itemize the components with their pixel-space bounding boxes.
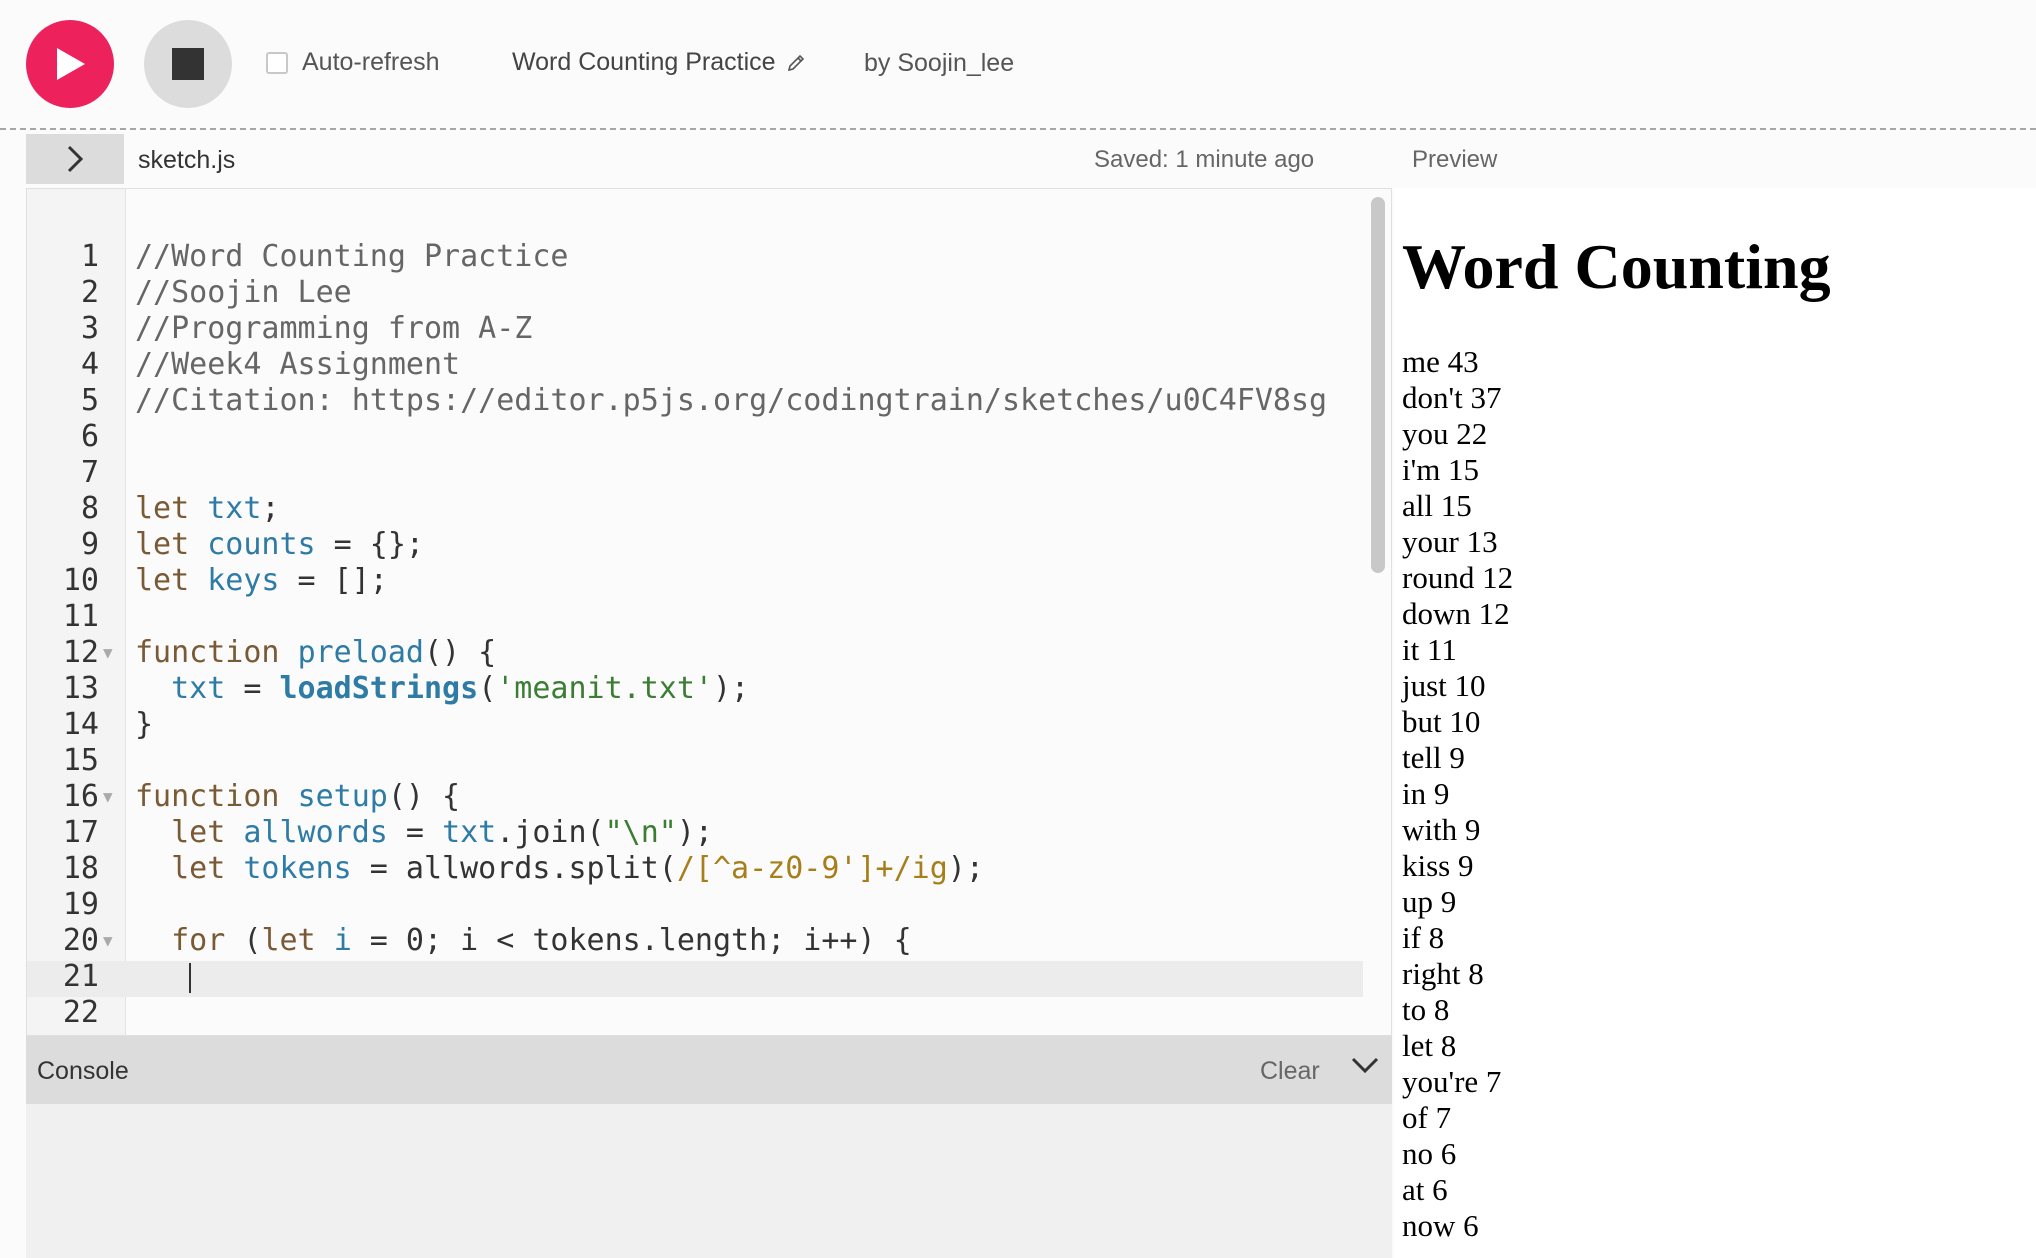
word-count-item: your 13 bbox=[1402, 524, 1498, 559]
line-number: 18 bbox=[62, 851, 99, 886]
word-count-item: now 6 bbox=[1402, 1208, 1479, 1243]
line-number: 16 bbox=[62, 779, 99, 814]
editor-scrollbar[interactable] bbox=[1371, 197, 1385, 573]
word-count-item: just 10 bbox=[1402, 668, 1486, 703]
console-output[interactable] bbox=[26, 1104, 1392, 1258]
autorefresh-label: Auto-refresh bbox=[302, 48, 440, 76]
code-text: txt = loadStrings('meanit.txt'); bbox=[171, 671, 750, 706]
word-count-item: if 8 bbox=[1402, 920, 1445, 955]
word-count-item: up 9 bbox=[1402, 884, 1457, 919]
line-number: 11 bbox=[62, 599, 99, 634]
console-header: Console Clear bbox=[26, 1036, 1392, 1104]
word-count-item: to 8 bbox=[1402, 992, 1450, 1027]
pencil-icon[interactable] bbox=[786, 53, 806, 73]
line-number: 21 bbox=[62, 959, 99, 994]
play-icon bbox=[57, 48, 85, 80]
word-count-item: don't 37 bbox=[1402, 380, 1502, 415]
console-collapse-button[interactable] bbox=[1350, 1054, 1380, 1081]
line-number: 1 bbox=[80, 239, 99, 274]
line-number: 2 bbox=[80, 275, 99, 310]
line-number: 6 bbox=[80, 419, 99, 454]
line-number: 8 bbox=[80, 491, 99, 526]
autorefresh-toggle[interactable]: Auto-refresh bbox=[266, 48, 440, 77]
code-text: let tokens = allwords.split(/[^a-z0-9']+… bbox=[171, 851, 984, 886]
console-clear-button[interactable]: Clear bbox=[1260, 1057, 1320, 1086]
chevron-down-icon bbox=[1351, 1057, 1379, 1074]
line-number: 5 bbox=[80, 383, 99, 418]
sidebar-toggle-button[interactable] bbox=[26, 134, 124, 184]
word-count-item: but 10 bbox=[1402, 704, 1481, 739]
line-number: 3 bbox=[80, 311, 99, 346]
word-count-item: me 43 bbox=[1402, 344, 1479, 379]
code-text: } bbox=[135, 707, 154, 742]
code-text: //Week4 Assignment bbox=[135, 347, 461, 382]
fold-arrow-icon[interactable]: ▼ bbox=[103, 923, 113, 959]
word-count-item: i'm 15 bbox=[1402, 452, 1480, 487]
code-text: //Citation: https://editor.p5js.org/codi… bbox=[135, 383, 1328, 418]
line-number: 9 bbox=[80, 527, 99, 562]
active-line-highlight bbox=[27, 961, 1363, 997]
code-text: function preload() { bbox=[135, 635, 497, 670]
word-count-list: me 43 don't 37 you 22 i'm 15 all 15 your… bbox=[1402, 344, 1513, 1244]
project-title[interactable]: Word Counting Practice bbox=[512, 48, 806, 77]
line-number: 15 bbox=[62, 743, 99, 778]
file-tab-name[interactable]: sketch.js bbox=[138, 146, 235, 175]
stop-button[interactable] bbox=[144, 20, 232, 108]
project-title-text: Word Counting Practice bbox=[512, 48, 776, 76]
line-number: 19 bbox=[62, 887, 99, 922]
code-text: //Word Counting Practice bbox=[135, 239, 569, 274]
word-count-item: round 12 bbox=[1402, 560, 1514, 595]
code-text: let allwords = txt.join("\n"); bbox=[171, 815, 713, 850]
code-text: let keys = []; bbox=[135, 563, 388, 598]
line-number: 4 bbox=[80, 347, 99, 382]
code-text: let counts = {}; bbox=[135, 527, 424, 562]
code-text: //Programming from A-Z bbox=[135, 311, 533, 346]
toolbar: Auto-refresh Word Counting Practice by S… bbox=[0, 0, 2036, 130]
code-text: //Soojin Lee bbox=[135, 275, 352, 310]
line-number: 7 bbox=[80, 455, 99, 490]
word-count-item: with 9 bbox=[1402, 812, 1481, 847]
line-number: 12 bbox=[62, 635, 99, 670]
word-count-item: right 8 bbox=[1402, 956, 1484, 991]
code-text: function setup() { bbox=[135, 779, 461, 814]
line-number: 14 bbox=[62, 707, 99, 742]
saved-status: Saved: 1 minute ago bbox=[1094, 146, 1315, 173]
preview-heading: Word Counting bbox=[1402, 231, 1831, 302]
code-editor[interactable]: 1//Word Counting Practice 2//Soojin Lee … bbox=[26, 188, 1392, 1036]
fold-arrow-icon[interactable]: ▼ bbox=[103, 779, 113, 815]
stop-icon bbox=[172, 48, 204, 80]
line-number: 10 bbox=[62, 563, 99, 598]
play-button[interactable] bbox=[26, 20, 114, 108]
word-count-item: you're 7 bbox=[1402, 1064, 1502, 1099]
word-count-item: of 7 bbox=[1402, 1100, 1452, 1135]
word-count-item: all 15 bbox=[1402, 488, 1472, 523]
code-text: for (let i = 0; i < tokens.length; i++) … bbox=[171, 923, 912, 958]
word-count-item: let 8 bbox=[1402, 1028, 1457, 1063]
word-count-item: tell 9 bbox=[1402, 740, 1465, 775]
chevron-right-icon bbox=[67, 145, 84, 173]
word-count-item: kiss 9 bbox=[1402, 848, 1474, 883]
word-count-item: you 22 bbox=[1402, 416, 1488, 451]
author-link[interactable]: by Soojin_lee bbox=[864, 49, 1014, 78]
text-cursor bbox=[189, 963, 191, 993]
line-number: 13 bbox=[62, 671, 99, 706]
preview-pane[interactable]: Word Counting me 43 don't 37 you 22 i'm … bbox=[1394, 188, 2036, 1258]
line-number: 17 bbox=[62, 815, 99, 850]
console-label: Console bbox=[37, 1057, 129, 1085]
preview-label: Preview bbox=[1412, 146, 1498, 173]
word-count-item: at 6 bbox=[1402, 1172, 1448, 1207]
fold-arrow-icon[interactable]: ▼ bbox=[103, 635, 113, 671]
word-count-item: down 12 bbox=[1402, 596, 1510, 631]
word-count-item: no 6 bbox=[1402, 1136, 1457, 1171]
autorefresh-checkbox[interactable] bbox=[266, 51, 288, 74]
line-number: 22 bbox=[62, 995, 99, 1030]
line-number: 20 bbox=[62, 923, 99, 958]
code-text: let txt; bbox=[135, 491, 280, 526]
word-count-item: it 11 bbox=[1402, 632, 1457, 667]
word-count-item: in 9 bbox=[1402, 776, 1450, 811]
